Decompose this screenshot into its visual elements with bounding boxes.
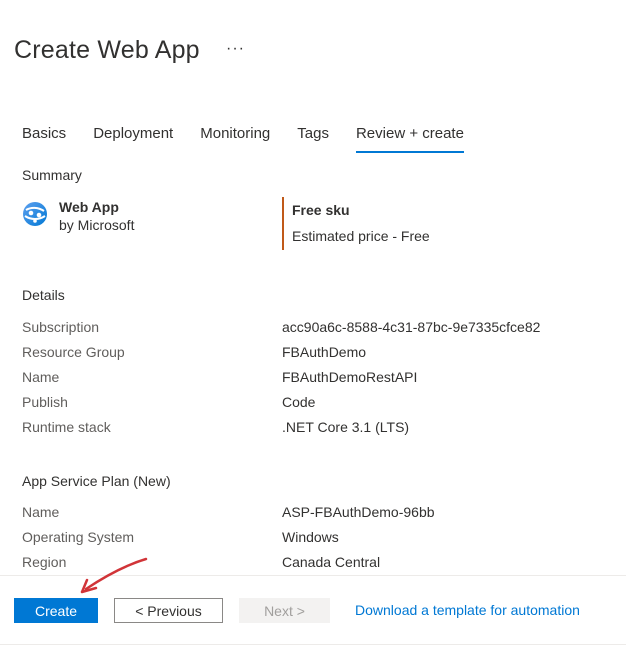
summary-label: Summary [22,167,82,183]
details-key: Resource Group [22,343,125,360]
details-heading: Details [22,287,65,303]
tab-deployment[interactable]: Deployment [93,125,173,153]
page-title: Create Web App [14,36,200,64]
create-button[interactable]: Create [14,598,98,623]
details-value: FBAuthDemoRestAPI [282,368,418,385]
tab-basics[interactable]: Basics [22,125,66,153]
details-key: Runtime stack [22,418,111,435]
tab-bar: Basics Deployment Monitoring Tags Review… [22,125,464,153]
sku-panel: Free sku Estimated price - Free [282,197,430,250]
app-service-plan-list: Name ASP-FBAuthDemo-96bb Operating Syste… [22,499,602,574]
product-name: Web App [59,199,119,215]
details-key: Name [22,368,60,385]
plan-row: Region Canada Central [22,549,602,574]
plan-key: Region [22,553,67,570]
plan-value: Canada Central [282,553,381,570]
next-button[interactable]: Next > [239,598,330,623]
tab-tags[interactable]: Tags [297,125,329,153]
plan-key: Name [22,503,60,520]
plan-row: Operating System Windows [22,524,602,549]
details-key: Publish [22,393,68,410]
plan-value: Windows [282,528,339,545]
details-value: .NET Core 3.1 (LTS) [282,418,410,435]
details-list: Subscription acc90a6c-8588-4c31-87bc-9e7… [22,314,602,439]
product-vendor: by Microsoft [59,217,135,233]
details-row: Publish Code [22,389,602,414]
web-app-icon [23,202,47,226]
sku-title: Free sku [292,202,350,218]
plan-row: Name ASP-FBAuthDemo-96bb [22,499,602,524]
details-row: Runtime stack .NET Core 3.1 (LTS) [22,414,602,439]
footer-divider [0,575,626,576]
tab-review-create[interactable]: Review + create [355,125,464,153]
details-value: Code [282,393,316,410]
details-value: FBAuthDemo [282,343,367,360]
download-template-link[interactable]: Download a template for automation [355,602,580,618]
details-key: Subscription [22,318,100,335]
app-service-plan-heading: App Service Plan (New) [22,473,171,489]
product-card: Web App by Microsoft [22,198,134,234]
footer-bottom-divider [0,644,626,645]
more-options-icon[interactable]: ··· [226,40,245,58]
plan-value: ASP-FBAuthDemo-96bb [282,503,435,520]
sku-price: Estimated price - Free [292,228,430,244]
details-row: Subscription acc90a6c-8588-4c31-87bc-9e7… [22,314,602,339]
previous-button[interactable]: < Previous [114,598,223,623]
details-row: Resource Group FBAuthDemo [22,339,602,364]
plan-key: Operating System [22,528,135,545]
tab-monitoring[interactable]: Monitoring [200,125,270,153]
details-row: Name FBAuthDemoRestAPI [22,364,602,389]
details-value: acc90a6c-8588-4c31-87bc-9e7335cfce82 [282,318,541,335]
